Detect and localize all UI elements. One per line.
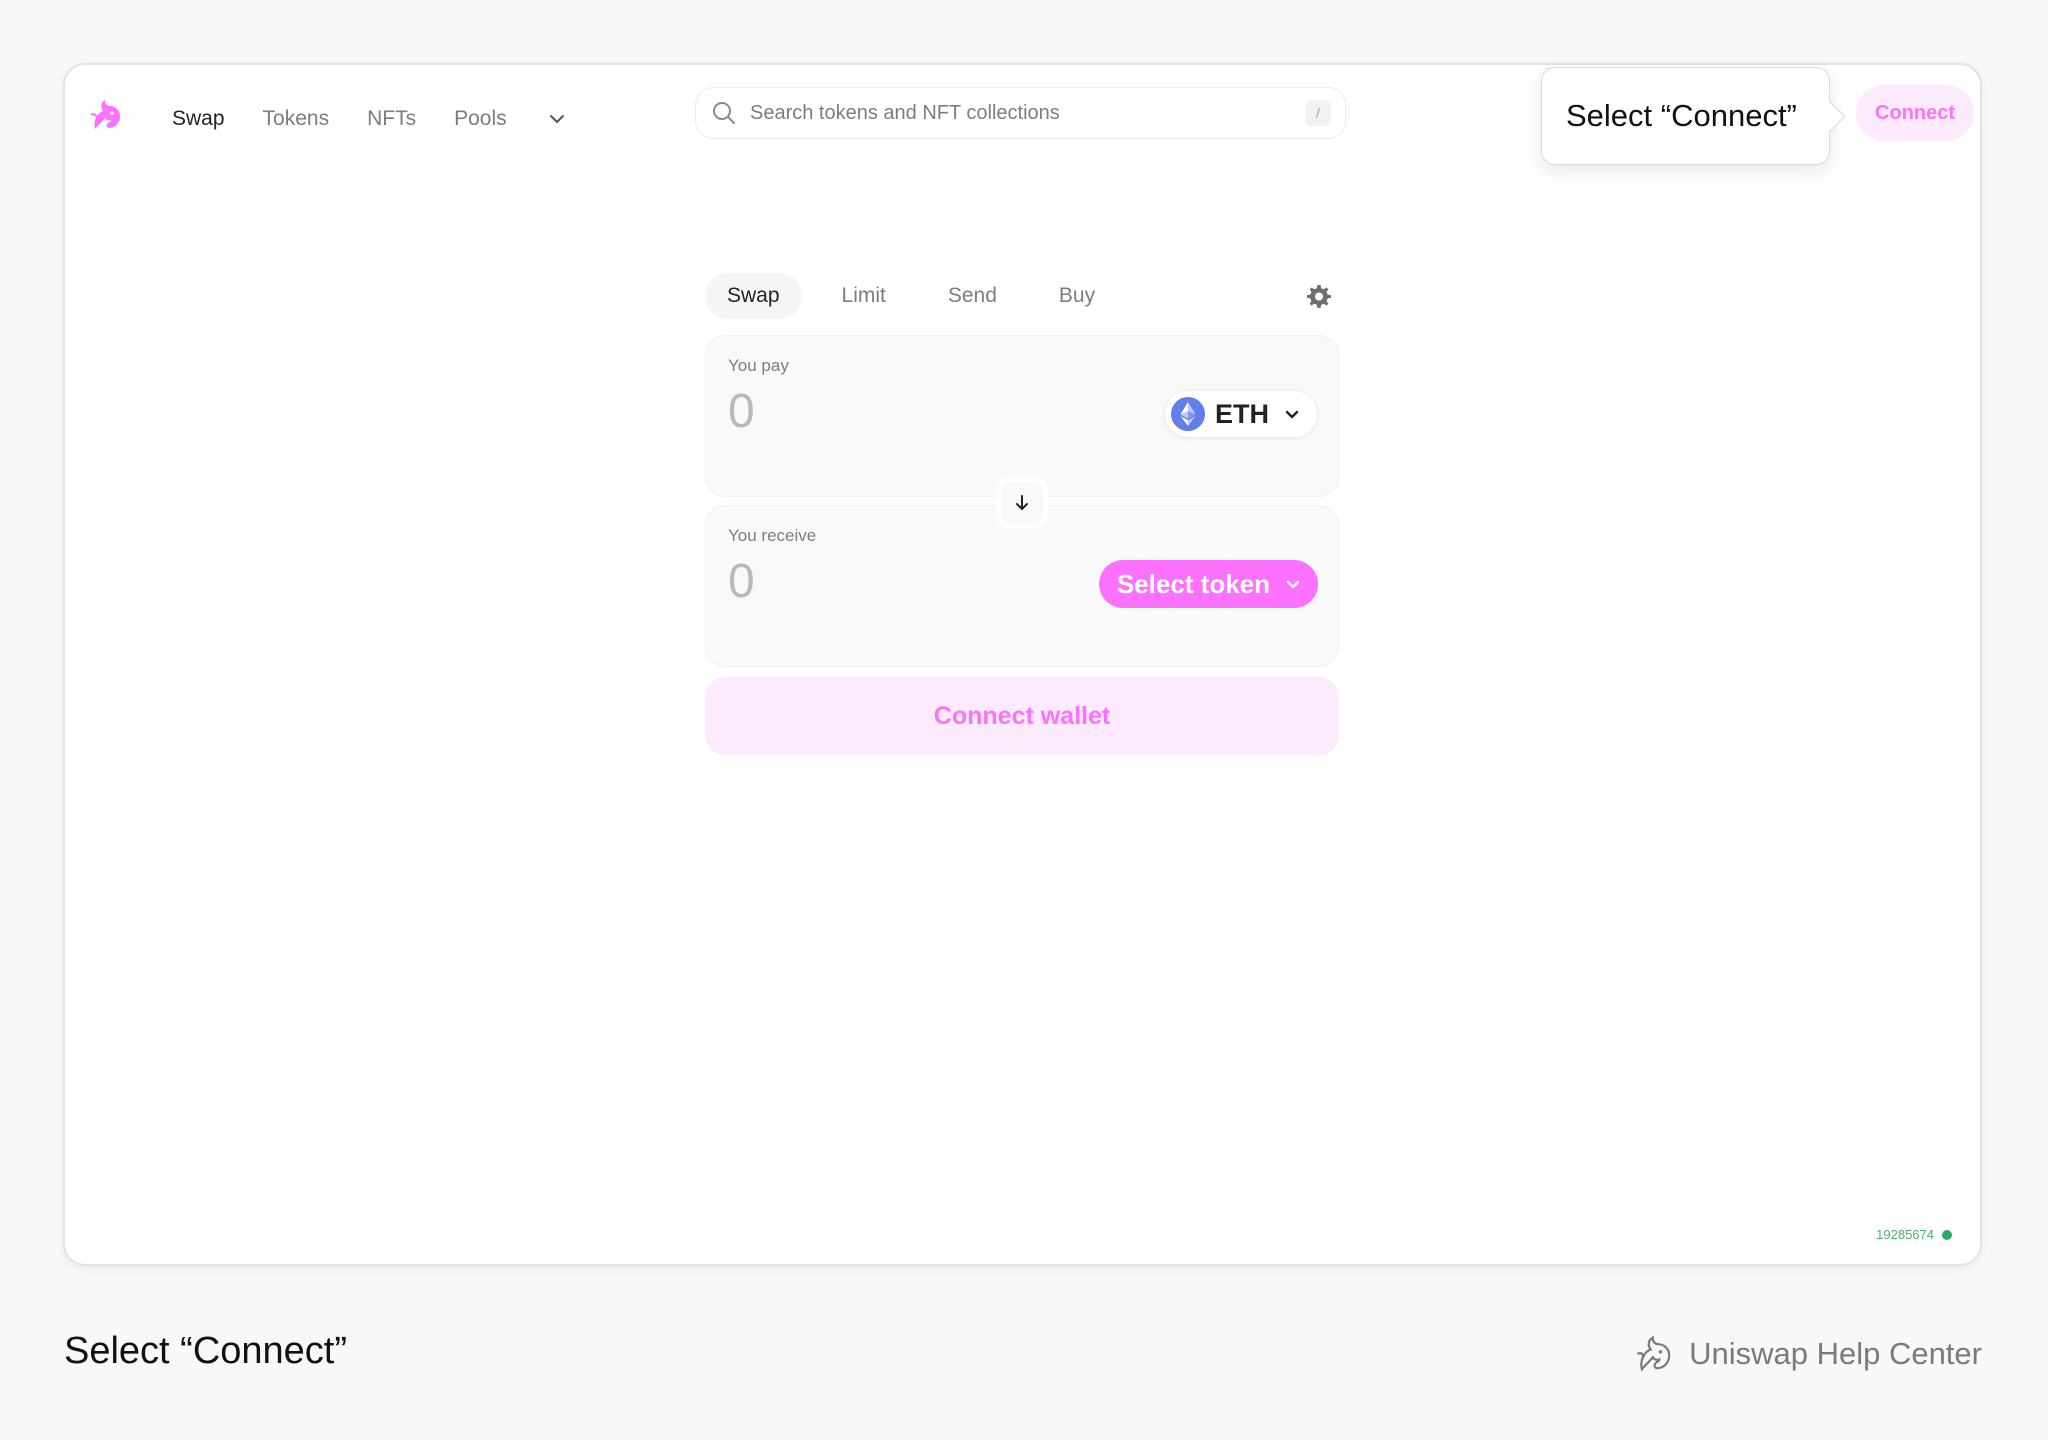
tab-limit[interactable]: Limit — [820, 273, 908, 319]
select-token-label: Select token — [1116, 568, 1270, 599]
swap-module: Swap Limit Send Buy You pay 0 ETH You re… — [705, 271, 1339, 755]
nav-item-tokens[interactable]: Tokens — [263, 101, 330, 137]
app-window: Swap Tokens NFTs Pools / Connect Swap Li… — [63, 63, 1982, 1266]
block-number-indicator[interactable]: 19285674 — [1876, 1227, 1952, 1242]
block-number: 19285674 — [1876, 1227, 1934, 1242]
connect-button[interactable]: Connect — [1856, 85, 1974, 141]
pay-token-symbol: ETH — [1215, 398, 1269, 429]
swap-direction-button[interactable] — [996, 477, 1048, 529]
chevron-down-icon — [1285, 410, 1299, 419]
gear-icon[interactable] — [1303, 281, 1333, 311]
pay-panel: You pay 0 ETH — [705, 335, 1339, 497]
top-nav: Swap Tokens NFTs Pools — [172, 101, 569, 137]
nav-item-nfts[interactable]: NFTs — [367, 101, 416, 137]
arrow-down-icon — [1016, 495, 1028, 510]
tab-send[interactable]: Send — [926, 273, 1019, 319]
help-center-brand: Uniswap Help Center — [1631, 1330, 1982, 1378]
brand-label: Uniswap Help Center — [1689, 1336, 1982, 1371]
eth-icon — [1171, 397, 1205, 431]
select-token-button[interactable]: Select token — [1098, 560, 1318, 608]
tooltip-callout: Select “Connect” — [1541, 67, 1830, 165]
chevron-down-icon — [1286, 580, 1300, 589]
receive-panel: You receive 0 Select token — [705, 477, 1339, 667]
chevron-down-icon — [549, 115, 564, 123]
status-dot-icon — [1942, 1229, 1952, 1240]
pay-token-selector[interactable]: ETH — [1164, 390, 1318, 438]
search-input[interactable] — [750, 101, 1305, 125]
swap-tabs: Swap Limit Send Buy — [705, 271, 1339, 321]
search-icon — [713, 102, 735, 124]
search-bar[interactable]: / — [695, 87, 1346, 139]
connect-wallet-button[interactable]: Connect wallet — [705, 677, 1339, 755]
nav-item-pools[interactable]: Pools — [454, 101, 507, 137]
nav-item-swap[interactable]: Swap — [172, 101, 225, 137]
search-shortcut-key: / — [1305, 100, 1331, 126]
tab-swap[interactable]: Swap — [705, 273, 802, 319]
receive-label: You receive — [728, 526, 817, 545]
nav-more-button[interactable] — [545, 107, 569, 131]
step-caption: Select “Connect” — [64, 1330, 348, 1372]
uniswap-logo-icon[interactable] — [85, 93, 129, 137]
uniswap-logo-icon — [1637, 1335, 1671, 1372]
tab-buy[interactable]: Buy — [1037, 273, 1117, 319]
pay-label: You pay — [728, 356, 789, 375]
